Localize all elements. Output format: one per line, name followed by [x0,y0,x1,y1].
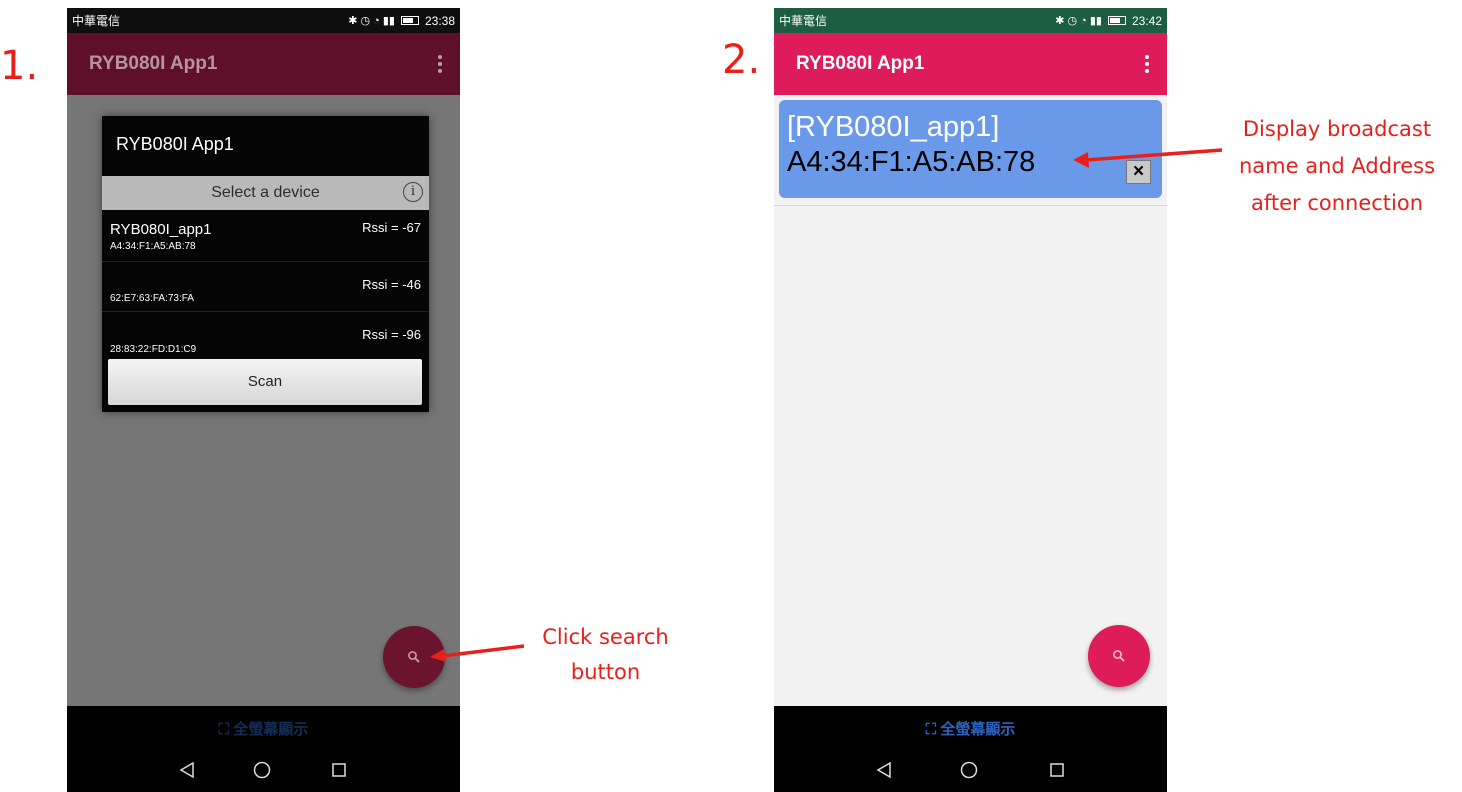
info-icon[interactable]: i [403,182,423,202]
home-icon[interactable] [252,760,272,780]
fullscreen-label: 全螢幕顯示 [940,721,1016,738]
fullscreen-label: 全螢幕顯示 [233,721,309,738]
back-icon[interactable] [874,760,894,780]
step-number-1: 1. [0,43,39,89]
app-bar: RYB080I App1 [774,33,1167,95]
status-icons: ✱ ◷ ◔ ▮▮ [1055,15,1102,27]
device-row[interactable]: RYB080I_app1 A4:34:F1:A5:AB:78 Rssi = -6… [102,212,429,262]
search-fab-button[interactable] [1088,625,1150,687]
phone-screen-connected: 中華電信 ✱ ◷ ◔ ▮▮ 23:42 RYB080I App1 [RYB080… [774,8,1167,792]
search-icon [408,651,420,663]
device-address: A4:34:F1:A5:AB:78 [110,241,196,252]
expand-icon: ⛶ [925,721,941,738]
dialog-title: RYB080I App1 [116,134,234,154]
status-bar: 中華電信 ✱ ◷ ◔ ▮▮ 23:42 [774,8,1167,33]
arrow-to-connected-device [1073,148,1223,168]
annotation-line: button [570,660,641,684]
dialog-subtitle-label: Select a device [211,184,320,201]
home-icon[interactable] [959,760,979,780]
device-address: 62:E7:63:FA:73:FA [110,293,194,304]
system-nav-bar: ⛶ 全螢幕顯示 [67,706,460,792]
back-icon[interactable] [177,760,197,780]
list-divider [774,205,1167,206]
fullscreen-button[interactable]: ⛶ 全螢幕顯示 [774,718,1167,739]
status-time: 23:38 [424,13,455,28]
status-icons: ✱ ◷ ◔ ▮▮ [348,15,395,27]
arrow-to-search-button [430,644,525,662]
device-rssi: Rssi = -96 [362,327,421,342]
battery-icon [1107,16,1126,25]
carrier-label: 中華電信 [72,14,121,28]
annotation-line: Display broadcast [1242,117,1432,141]
device-address: 28:83:22:FD:D1:C9 [110,344,197,355]
overflow-menu-icon[interactable] [1145,55,1149,73]
annotation-display-info: Display broadcast name and Address after… [1222,116,1452,217]
carrier-label: 中華電信 [779,14,828,28]
device-select-dialog: RYB080I App1 Select a device i RYB080I_a… [102,116,429,412]
annotation-line: Click search [542,625,669,649]
step-number-2: 2. [722,37,761,83]
device-rssi: Rssi = -46 [362,277,421,292]
app-bar: RYB080I App1 [67,33,460,95]
status-time: 23:42 [1131,13,1162,28]
battery-icon [400,16,419,25]
recents-icon[interactable] [329,760,349,780]
annotation-line: name and Address [1238,154,1436,178]
overflow-menu-icon[interactable] [438,55,442,73]
device-row[interactable]: 28:83:22:FD:D1:C9 Rssi = -96 [102,312,429,361]
annotation-line: after connection [1250,191,1424,215]
device-row[interactable]: 62:E7:63:FA:73:FA Rssi = -46 [102,262,429,312]
search-icon [1113,650,1125,662]
connected-device-name: [RYB080I_app1] [787,111,1000,143]
device-rssi: Rssi = -67 [362,220,421,235]
dialog-subtitle: Select a device i [102,176,429,210]
app-title: RYB080I App1 [89,53,218,74]
device-name: RYB080I_app1 [110,221,212,238]
fullscreen-button[interactable]: ⛶ 全螢幕顯示 [67,718,460,739]
app-title: RYB080I App1 [796,53,925,74]
phone-screen-scan: 中華電信 ✱ ◷ ◔ ▮▮ 23:38 RYB080I App1 RYB080I… [67,8,460,792]
status-bar: 中華電信 ✱ ◷ ◔ ▮▮ 23:38 [67,8,460,33]
system-nav-bar: ⛶ 全螢幕顯示 [774,706,1167,792]
recents-icon[interactable] [1047,760,1067,780]
scan-button[interactable]: Scan [108,359,422,405]
expand-icon: ⛶ [218,721,234,738]
annotation-click-search: Click search button [528,624,683,686]
